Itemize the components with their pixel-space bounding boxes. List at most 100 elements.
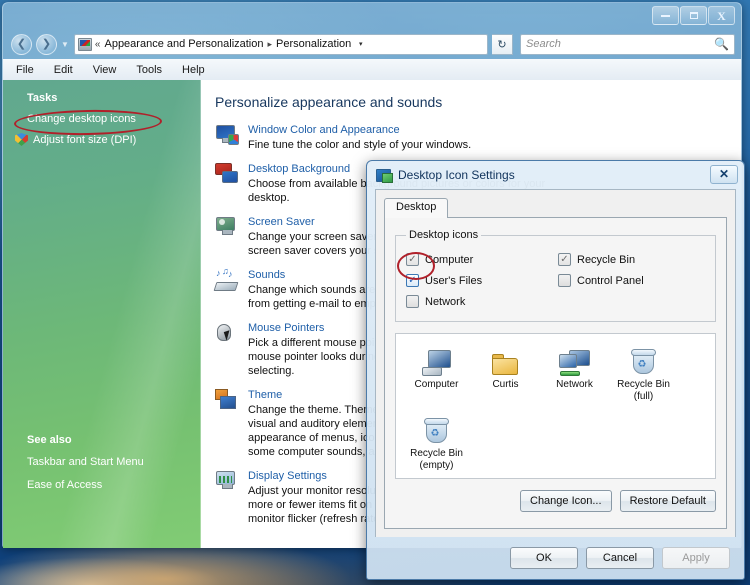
sidebar-item-ease-of-access[interactable]: Ease of Access [27,479,144,491]
display-settings-icon [215,470,239,494]
shield-icon [15,133,28,146]
back-button[interactable]: ❮ [11,33,32,55]
desktop-icons-group: Desktop icons ✓ Computer ✓ Recycle Bin ✓… [395,229,716,322]
check-icon: ✓ [408,274,417,286]
sidebar-item-label: Adjust font size (DPI) [33,133,137,146]
preview-icon-label: Curtis [492,379,519,390]
preview-icon-computer[interactable]: Computer [402,342,471,403]
refresh-icon[interactable]: ↻ [492,33,513,55]
maximize-button[interactable] [680,6,707,25]
checkbox-box[interactable]: ✓ [406,274,419,287]
change-icon-button[interactable]: Change Icon... [520,490,612,512]
address-bar: ❮ ❯ ▼ « Appearance and Personalization ▸… [3,29,741,59]
window-color-icon [215,124,239,148]
sidebar-item-label: Change desktop icons [27,113,136,125]
sidebar-item-taskbar-start-menu[interactable]: Taskbar and Start Menu [27,456,144,468]
checkbox-recycle-bin[interactable]: ✓ Recycle Bin [558,253,705,266]
breadcrumb-item-appearance[interactable]: Appearance and Personalization [104,38,263,50]
forward-button[interactable]: ❯ [36,33,57,55]
dialog-body: Desktop Desktop icons ✓ Computer ✓ Recyc… [375,189,736,537]
search-input[interactable]: Search [526,38,714,50]
checkbox-computer[interactable]: ✓ Computer [406,253,558,266]
recycle-bin-empty-icon: ♻ [402,411,471,445]
screen-saver-icon [215,216,239,240]
tasks-sidebar: Tasks Change desktop icons Adjust font s… [3,80,201,548]
sidebar-tasks-header: Tasks [27,92,58,104]
check-icon: ✓ [560,253,569,265]
dialog-footer: OK Cancel Apply [367,537,744,579]
menu-edit[interactable]: Edit [51,63,76,77]
nav-history-caret[interactable]: ▼ [61,40,69,49]
ok-button[interactable]: OK [510,547,578,569]
desktop-icon-settings-dialog: Desktop Icon Settings ✕ Desktop Desktop … [366,160,745,580]
dialog-title: Desktop Icon Settings [398,168,515,182]
preview-icon-label: Network [556,379,593,390]
group-legend: Desktop icons [409,229,479,241]
icon-preview-row-1: Computer Curtis Network ♻ Recycle Bin (f… [402,342,709,403]
close-icon: ✕ [718,167,730,181]
tabstrip: Desktop [384,198,727,218]
menu-file[interactable]: File [13,63,37,77]
menu-help[interactable]: Help [179,63,208,77]
breadcrumb: « Appearance and Personalization ▸ Perso… [95,38,351,50]
menu-tools[interactable]: Tools [133,63,165,77]
window-controls: X [652,6,735,25]
checkbox-label: Recycle Bin [577,253,636,266]
checkbox-box[interactable]: ✓ [558,253,571,266]
restore-default-button[interactable]: Restore Default [619,490,716,512]
sidebar-item-change-desktop-icons[interactable]: Change desktop icons [27,113,200,125]
preview-icon-label: Recycle Bin [410,448,463,459]
check-icon: ✓ [408,253,417,265]
preview-icon-recycle-bin-empty[interactable]: ♻ Recycle Bin (empty) [402,411,471,472]
menu-bar: File Edit View Tools Help [3,59,741,80]
mouse-pointer-icon [215,322,239,346]
cancel-button[interactable]: Cancel [586,547,654,569]
search-icon: 🔍 [714,37,729,51]
sidebar-item-adjust-font-size[interactable]: Adjust font size (DPI) [15,133,200,146]
window-titlebar: X [3,3,741,29]
search-box[interactable]: Search 🔍 [520,33,735,55]
preview-icon-network[interactable]: Network [540,342,609,403]
sidebar-see-also-header: See also [27,434,72,446]
apply-button: Apply [662,547,730,569]
chevron-down-icon[interactable]: ▾ [354,40,367,48]
computer-icon [402,342,471,376]
checkbox-box[interactable]: ✓ [406,253,419,266]
checkbox-users-files[interactable]: ✓ User's Files [406,274,558,287]
close-button[interactable]: X [708,6,735,25]
preview-icon-sublabel: (full) [633,391,654,402]
dialog-close-button[interactable]: ✕ [710,165,738,184]
checkbox-network[interactable]: Network [406,295,558,308]
checkbox-label: Network [425,295,466,308]
tab-desktop[interactable]: Desktop [384,198,449,218]
see-also-section: See also Taskbar and Start Menu Ease of … [27,434,144,502]
checkbox-label: User's Files [425,274,483,287]
breadcrumb-overflow[interactable]: « [95,39,101,50]
checkbox-box[interactable] [406,295,419,308]
checkbox-label: Computer [425,253,474,266]
breadcrumb-separator: ▸ [267,38,273,49]
recycle-bin-full-icon: ♻ [609,342,678,376]
tabpanel-desktop: Desktop icons ✓ Computer ✓ Recycle Bin ✓… [384,217,727,529]
checkbox-box[interactable] [558,274,571,287]
icon-preview-row-2: ♻ Recycle Bin (empty) [402,411,709,472]
desktop-background-icon [215,163,239,187]
checkbox-control-panel[interactable]: Control Panel [558,274,705,287]
desktop-icons-checkbox-grid: ✓ Computer ✓ Recycle Bin ✓ User's Files … [406,249,705,312]
breadcrumb-item-personalization[interactable]: Personalization [276,38,351,50]
preview-icon-curtis[interactable]: Curtis [471,342,540,403]
breadcrumb-bar[interactable]: « Appearance and Personalization ▸ Perso… [73,33,488,55]
icon-preview-panel: Computer Curtis Network ♻ Recycle Bin (f… [395,333,716,479]
list-item-title[interactable]: Window Color and Appearance [248,124,471,136]
personalization-icon [77,37,92,51]
sidebar-item-label: Taskbar and Start Menu [27,456,144,468]
minimize-button[interactable] [652,6,679,25]
list-item-desc: Fine tune the color and style of your wi… [248,139,472,151]
preview-icon-recycle-bin-full[interactable]: ♻ Recycle Bin (full) [609,342,678,403]
list-item-window-color[interactable]: Window Color and Appearance Fine tune th… [215,124,741,152]
network-icon [540,342,609,376]
sounds-icon: ♪ ♫ ♪ [213,266,239,293]
desktop-icon-settings-icon [376,168,393,183]
preview-icon-sublabel: (empty) [419,460,454,471]
menu-view[interactable]: View [90,63,120,77]
